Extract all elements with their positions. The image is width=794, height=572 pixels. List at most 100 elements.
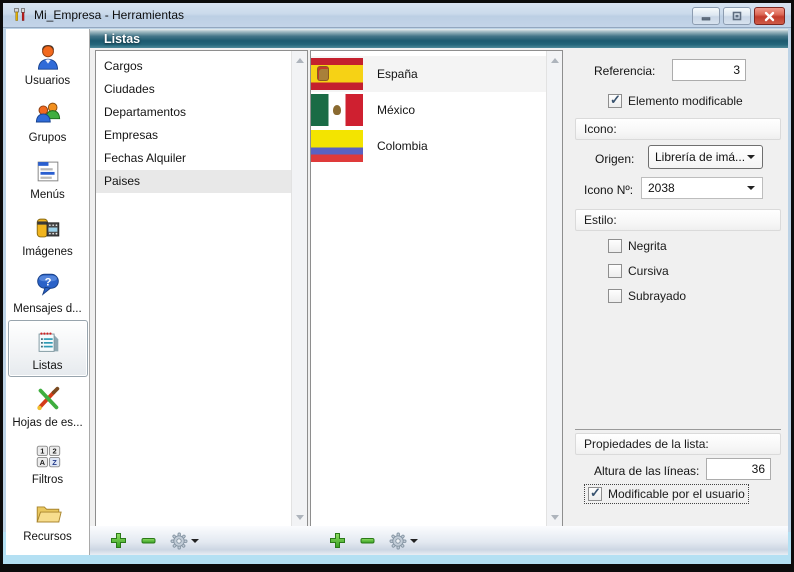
message-bubble-icon: ? — [31, 268, 65, 302]
scroll-up-icon[interactable] — [292, 52, 307, 68]
sidebar-item-usuarios[interactable]: Usuarios — [8, 35, 88, 92]
close-icon — [764, 11, 775, 22]
list-item[interactable]: Empresas — [96, 124, 291, 147]
svg-text:A: A — [39, 458, 45, 467]
sidebar: Usuarios Grupos — [6, 29, 90, 555]
chevron-down-icon — [410, 539, 418, 543]
sidebar-item-label: Filtros — [32, 474, 63, 486]
estilo-section-header: Estilo: — [575, 209, 781, 231]
scroll-up-icon[interactable] — [547, 52, 562, 68]
remove-button[interactable] — [359, 532, 376, 549]
chevron-down-icon — [747, 155, 755, 159]
maximize-icon — [732, 11, 742, 21]
sidebar-item-label: Grupos — [29, 132, 67, 144]
sidebar-item-grupos[interactable]: Grupos — [8, 92, 88, 149]
app-window: Mi_Empresa - Herramientas — [0, 0, 794, 572]
value-item[interactable]: Colombia — [311, 128, 546, 164]
referencia-input[interactable] — [672, 59, 746, 81]
sidebar-item-listas[interactable]: Listas — [8, 320, 88, 377]
sidebar-item-imagenes[interactable]: Imágenes — [8, 206, 88, 263]
svg-text:1: 1 — [40, 447, 44, 456]
origen-dropdown[interactable]: Librería de imá... — [648, 145, 763, 169]
separator — [575, 429, 781, 430]
svg-text:Z: Z — [52, 458, 57, 467]
list-item[interactable]: Fechas Alquiler — [96, 147, 291, 170]
gear-icon — [170, 532, 188, 550]
sidebar-item-hojas[interactable]: Hojas de es... — [8, 377, 88, 434]
list-item[interactable]: Cargos — [96, 55, 291, 78]
chevron-down-icon — [191, 539, 199, 543]
icono-section-header: Icono: — [575, 118, 781, 140]
svg-text:2: 2 — [52, 447, 56, 456]
users-icon — [31, 97, 65, 131]
checkbox-label: Cursiva — [628, 264, 669, 278]
cursiva-checkbox[interactable]: Cursiva — [608, 264, 669, 278]
minimize-button[interactable] — [692, 7, 720, 25]
value-item-selected[interactable]: España — [311, 56, 546, 92]
values-toolbar-group — [329, 532, 418, 550]
sidebar-item-filtros[interactable]: 1 2 A Z Filtros — [8, 434, 88, 491]
altura-input[interactable] — [706, 458, 771, 480]
actions-menu-button[interactable] — [170, 532, 199, 550]
film-roll-icon — [31, 211, 65, 245]
folder-icon — [31, 496, 65, 530]
checkbox-icon[interactable] — [608, 264, 622, 278]
icono-numero-combo[interactable]: 2038 — [641, 177, 763, 199]
tools-icon — [12, 7, 28, 23]
sidebar-item-label: Imágenes — [22, 246, 73, 258]
checkbox-icon[interactable] — [608, 94, 622, 108]
lists-panel: Cargos Ciudades Departamentos Empresas F… — [95, 50, 308, 527]
minimize-icon — [701, 11, 711, 21]
spain-flag — [311, 58, 363, 90]
scroll-down-icon[interactable] — [292, 509, 307, 525]
bottom-toolbar — [90, 526, 788, 555]
list-item-selected[interactable]: Paises — [96, 170, 291, 193]
checkbox-icon[interactable] — [608, 289, 622, 303]
sidebar-item-mensajes[interactable]: ? Mensajes d... — [8, 263, 88, 320]
value-label: México — [377, 103, 415, 117]
minus-icon — [140, 532, 157, 549]
altura-label: Altura de las líneas: — [594, 464, 699, 478]
value-item[interactable]: México — [311, 92, 546, 128]
actions-menu-button[interactable] — [389, 532, 418, 550]
elemento-modificable-checkbox[interactable]: Elemento modificable — [608, 94, 743, 108]
list-item[interactable]: Departamentos — [96, 101, 291, 124]
propiedades-section-header: Propiedades de la lista: — [575, 433, 781, 455]
referencia-label: Referencia: — [594, 64, 655, 78]
checkbox-label: Subrayado — [628, 289, 686, 303]
modificable-usuario-checkbox[interactable]: Modificable por el usuario — [585, 485, 748, 503]
remove-button[interactable] — [140, 532, 157, 549]
subrayado-checkbox[interactable]: Subrayado — [608, 289, 686, 303]
scrollbar[interactable] — [291, 51, 307, 526]
close-button[interactable] — [754, 7, 785, 25]
checkbox-label: Modificable por el usuario — [608, 487, 745, 501]
sidebar-item-label: Mensajes d... — [13, 303, 81, 315]
detail-panel: Referencia: Elemento modificable Icono: … — [567, 48, 788, 526]
add-button[interactable] — [110, 532, 127, 549]
list-item[interactable]: Ciudades — [96, 78, 291, 101]
brush-icon — [31, 382, 65, 416]
checkbox-label: Elemento modificable — [628, 94, 743, 108]
gear-icon — [389, 532, 407, 550]
icono-numero-label: Icono Nº: — [584, 183, 633, 197]
negrita-checkbox[interactable]: Negrita — [608, 239, 667, 253]
sidebar-item-label: Menús — [30, 189, 65, 201]
content-area: Usuarios Grupos — [6, 29, 788, 555]
notepad-icon — [31, 325, 65, 359]
sidebar-item-recursos[interactable]: Recursos — [8, 491, 88, 548]
scroll-down-icon[interactable] — [547, 509, 562, 525]
lists-toolbar-group — [110, 532, 199, 550]
section-header: Listas — [90, 29, 788, 48]
titlebar[interactable]: Mi_Empresa - Herramientas — [3, 3, 791, 28]
menu-window-icon — [31, 154, 65, 188]
chevron-down-icon — [747, 186, 755, 190]
value-label: Colombia — [377, 139, 428, 153]
scrollbar[interactable] — [546, 51, 562, 526]
page-title: Listas — [90, 32, 140, 46]
plus-icon — [110, 532, 127, 549]
checkbox-icon[interactable] — [608, 239, 622, 253]
add-button[interactable] — [329, 532, 346, 549]
checkbox-icon[interactable] — [588, 487, 602, 501]
sidebar-item-menus[interactable]: Menús — [8, 149, 88, 206]
maximize-button[interactable] — [723, 7, 751, 25]
